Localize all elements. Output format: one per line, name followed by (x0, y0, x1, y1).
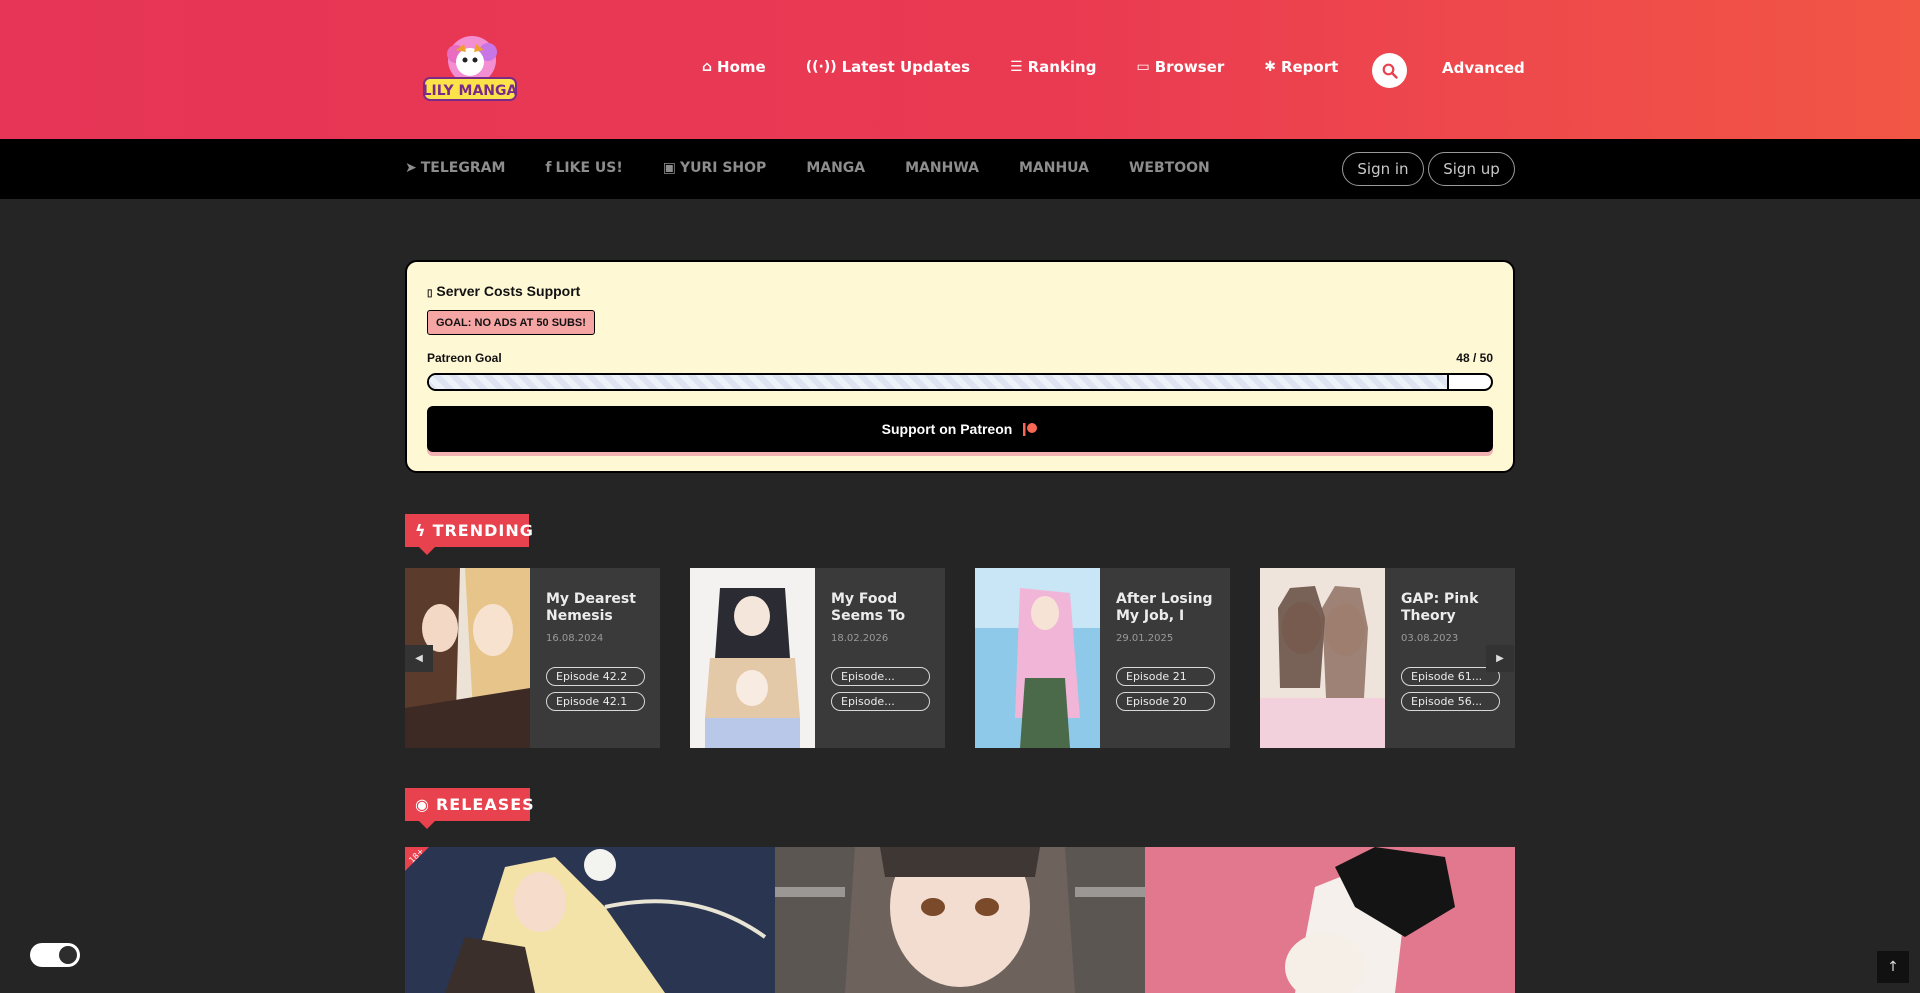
subnav-like-us[interactable]: f LIKE US! (545, 160, 622, 176)
cover-image[interactable] (1260, 568, 1385, 748)
card-title[interactable]: After Losing My Job, I Me... (1116, 591, 1216, 625)
nav-browser-label: Browser (1154, 58, 1225, 76)
episode-chip[interactable]: Episode 20 (1116, 692, 1215, 711)
scroll-to-top-button[interactable]: ↑ (1877, 951, 1909, 983)
bolt-icon: ϟ (415, 521, 427, 540)
support-patreon-button[interactable]: Support on Patreon (427, 406, 1493, 452)
main-nav: ⌂ Home ((·)) Latest Updates ☰ Ranking ▭ … (702, 58, 1338, 76)
trending-heading: ϟ TRENDING (405, 514, 533, 555)
card-date: 16.08.2024 (546, 633, 604, 644)
box-icon: ▯ (427, 288, 433, 299)
goal-label: Patreon Goal (427, 351, 502, 365)
sign-up-button[interactable]: Sign up (1428, 152, 1515, 186)
card-date: 29.01.2025 (1116, 633, 1174, 644)
list-icon: ☰ (1010, 59, 1023, 75)
episode-chip[interactable]: Episode... (831, 692, 930, 711)
episode-chip[interactable]: Episode 56... (1401, 692, 1500, 711)
release-cover[interactable]: 18+ (405, 847, 775, 993)
cover-image[interactable] (690, 568, 815, 748)
goal-count: 48 / 50 (1456, 351, 1493, 365)
subnav-yuri-shop-label: YURI SHOP (679, 160, 767, 176)
goal-badge: GOAL: NO ADS AT 50 SUBS! (427, 310, 595, 335)
toggle-knob (59, 946, 77, 964)
dark-mode-toggle[interactable] (30, 943, 80, 967)
trending-card[interactable]: GAP: Pink Theory Novel 03.08.2023 Episod… (1260, 568, 1515, 748)
goal-progress-fill (429, 375, 1449, 389)
nav-home[interactable]: ⌂ Home (702, 58, 766, 76)
nav-latest-updates[interactable]: ((·)) Latest Updates (806, 58, 970, 76)
advanced-search-link[interactable]: Advanced (1442, 59, 1525, 77)
telegram-icon: ➤ (405, 160, 417, 176)
card-title[interactable]: My Food Seems To B... (831, 591, 931, 625)
support-title-text: Server Costs Support (436, 283, 581, 299)
search-icon (1382, 63, 1398, 79)
episode-chip[interactable]: Episode 21 (1116, 667, 1215, 686)
caret-right-icon: ▶ (1496, 653, 1504, 664)
subnav-webtoon[interactable]: WEBTOON (1129, 160, 1210, 176)
subnav-telegram-label: TELEGRAM (420, 160, 506, 176)
patreon-icon (1023, 423, 1038, 436)
server-support-box: ▯ Server Costs Support GOAL: NO ADS AT 5… (405, 260, 1515, 473)
release-cover[interactable] (1145, 847, 1515, 993)
subnav-telegram[interactable]: ➤ TELEGRAM (405, 160, 505, 176)
broadcast-icon: ((·)) (805, 59, 837, 75)
trending-heading-label: TRENDING (432, 521, 534, 540)
trending-card[interactable]: After Losing My Job, I Me... 29.01.2025 … (975, 568, 1230, 748)
episode-chip[interactable]: Episode... (831, 667, 930, 686)
card-title[interactable]: My Dearest Nemesis (546, 591, 646, 625)
releases-heading-label: RELEASES (435, 795, 535, 814)
facebook-icon: f (545, 160, 552, 176)
logo-text: LILY MANGA (423, 83, 518, 99)
nav-report-label: Report (1280, 58, 1339, 76)
trending-card[interactable]: My Food Seems To B... 18.02.2026 Episode… (690, 568, 945, 748)
episode-chip[interactable]: Episode 42.2 (546, 667, 645, 686)
eye-icon: ◉ (415, 795, 430, 814)
nav-home-label: Home (717, 58, 766, 76)
home-icon: ⌂ (702, 59, 713, 75)
subnav-manhwa[interactable]: MANHWA (905, 160, 979, 176)
sign-in-button[interactable]: Sign in (1342, 152, 1424, 186)
card-title[interactable]: GAP: Pink Theory Novel (1401, 591, 1501, 625)
carousel-next-button[interactable]: ▶ (1486, 645, 1514, 672)
nav-ranking-label: Ranking (1027, 58, 1097, 76)
arrow-up-icon: ↑ (1887, 959, 1899, 975)
caret-left-icon: ◀ (415, 653, 423, 664)
bug-icon: ✱ (1264, 59, 1276, 75)
carousel-prev-button[interactable]: ◀ (405, 645, 433, 672)
folder-icon: ▭ (1136, 59, 1150, 75)
releases-heading: ◉ RELEASES (405, 788, 534, 829)
search-button[interactable] (1372, 53, 1407, 88)
site-header: LILY MANGA ⌂ Home ((·)) Latest Updates ☰… (0, 0, 1920, 139)
subnav-like-us-label: LIKE US! (555, 160, 623, 176)
cover-image[interactable] (975, 568, 1100, 748)
site-logo[interactable]: LILY MANGA (420, 34, 520, 104)
episode-chip[interactable]: Episode 42.1 (546, 692, 645, 711)
secondary-nav: ➤ TELEGRAM f LIKE US! ▣ YURI SHOP MANGA … (0, 139, 1920, 199)
nav-latest-updates-label: Latest Updates (841, 58, 971, 76)
card-date: 18.02.2026 (831, 633, 889, 644)
card-date: 03.08.2023 (1401, 633, 1459, 644)
trending-card[interactable]: My Dearest Nemesis 16.08.2024 Episode 42… (405, 568, 660, 748)
goal-progress-bar (427, 373, 1493, 391)
shop-icon: ▣ (662, 160, 676, 176)
subnav-manhua[interactable]: MANHUA (1019, 160, 1089, 176)
support-patreon-label: Support on Patreon (881, 421, 1013, 437)
nav-report[interactable]: ✱ Report (1264, 58, 1338, 76)
nav-browser[interactable]: ▭ Browser (1136, 58, 1224, 76)
release-cover[interactable] (775, 847, 1145, 993)
subnav-manga[interactable]: MANGA (806, 160, 865, 176)
subnav-yuri-shop[interactable]: ▣ YURI SHOP (663, 160, 767, 176)
support-title: ▯ Server Costs Support (427, 283, 580, 299)
nav-ranking[interactable]: ☰ Ranking (1010, 58, 1096, 76)
